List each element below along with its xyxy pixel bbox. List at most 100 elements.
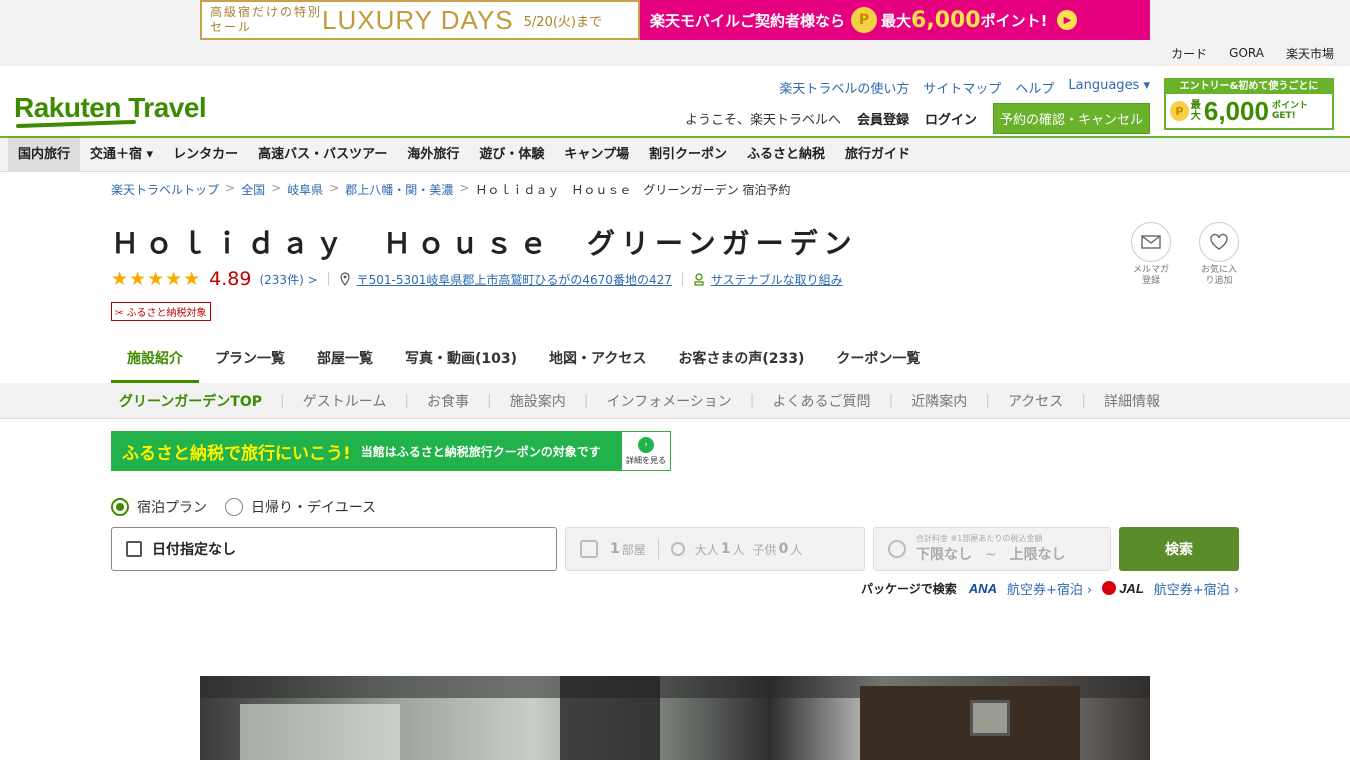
mobile-promo-text: 楽天モバイルご契約者様なら (650, 11, 846, 30)
adults-count: 1 (720, 541, 731, 557)
nav-coupons[interactable]: 割引クーポン (639, 138, 737, 172)
radio-stay-plan[interactable]: 宿泊プラン (111, 497, 207, 517)
rooms-count: 1 (610, 541, 620, 557)
utility-bar: カード GORA 楽天市場 (0, 40, 1350, 66)
package-search: パッケージで検索 ANA 航空券+宿泊 › JAL 航空券+宿泊 › (111, 579, 1239, 598)
languages-dropdown[interactable]: Languages ▾ (1068, 78, 1150, 97)
hotel-actions: メルマガ登録 お気に入り追加 (1131, 222, 1239, 287)
mail-magazine-button[interactable]: メルマガ登録 (1131, 222, 1171, 287)
sitemap-link[interactable]: サイトマップ (923, 78, 1001, 97)
entry-points: 6,000 (1203, 95, 1269, 126)
jal-logo: JAL (1102, 581, 1144, 596)
furusato-banner-title: ふるさと納税で旅行にいこう! (122, 443, 351, 464)
breadcrumb-sep: > (329, 181, 340, 195)
how-to-use-link[interactable]: 楽天トラベルの使い方 (779, 78, 909, 97)
person-icon (670, 542, 685, 556)
sustainable-link[interactable]: サステナブルな取り組み (711, 271, 843, 288)
nav-guide[interactable]: 旅行ガイド (835, 138, 920, 172)
mobile-promo-suffix: ポイント! (980, 11, 1048, 30)
tab-reviews[interactable]: お客さまの声(233) (662, 345, 820, 383)
furusato-coupon-banner[interactable]: ふるさと納税で旅行にいこう! 当館はふるさと納税旅行クーポンの対象です › 詳細… (111, 431, 671, 471)
hotel-main-photo[interactable] (200, 676, 1150, 760)
subnav-sep: | (985, 393, 990, 409)
jal-package-link[interactable]: 航空券+宿泊 › (1154, 579, 1239, 598)
banner-date: 5/20(火)まで (523, 14, 602, 30)
breadcrumb-area[interactable]: 郡上八幡・関・美濃 (345, 181, 453, 206)
subnav-information[interactable]: インフォメーション (598, 391, 739, 411)
util-link-ichiba[interactable]: 楽天市場 (1286, 45, 1334, 62)
subnav-facility[interactable]: 施設案内 (502, 391, 574, 411)
review-count-link[interactable]: (233件) > (259, 271, 317, 288)
photo-frame (970, 700, 1010, 736)
room-guest-selector[interactable]: 1 部屋 大人 1 人 子供 0 人 (565, 527, 865, 571)
divider (327, 272, 329, 286)
promo-banner[interactable]: 高級宿だけの特別セール LUXURY DAYS 5/20(火)まで 楽天モバイル… (200, 0, 1150, 40)
nav-furusato[interactable]: ふるさと納税 (737, 138, 835, 172)
package-label: パッケージで検索 (861, 582, 957, 596)
subnav-meals[interactable]: お食事 (419, 391, 477, 411)
address-link[interactable]: 〒501-5301岐阜県郡上市高鷲町ひるがの4670番地の427 (357, 271, 672, 288)
site-header: Rakuten Travel 楽天トラベルの使い方 サイトマップ ヘルプ Lan… (0, 66, 1350, 138)
favorite-button[interactable]: お気に入り追加 (1199, 222, 1239, 287)
subnav-faq[interactable]: よくあるご質問 (765, 391, 879, 411)
subnav-details[interactable]: 詳細情報 (1096, 391, 1168, 411)
mobile-promo-max: 最大 (881, 11, 912, 30)
rating-score: 4.89 (209, 268, 252, 290)
nav-transport-hotel[interactable]: 交通＋宿 ▾ (80, 138, 163, 172)
children-label: 子供 (752, 542, 777, 557)
tab-coupons[interactable]: クーポン一覧 (820, 345, 936, 383)
nav-camping[interactable]: キャンプ場 (554, 138, 639, 172)
entry-max: 最大 (1190, 100, 1201, 122)
play-arrow-icon: ▶ (1057, 10, 1078, 30)
breadcrumb-gifu[interactable]: 岐阜県 (287, 181, 323, 206)
help-link[interactable]: ヘルプ (1015, 78, 1054, 97)
tab-map[interactable]: 地図・アクセス (533, 345, 662, 383)
login-link[interactable]: ログイン (925, 109, 977, 128)
jal-crane-icon (1102, 581, 1117, 595)
price-max: 上限なし (1009, 547, 1066, 563)
search-row: 日付指定なし 1 部屋 大人 1 人 子供 0 人 合計料金 ※1部屋あたりの税… (111, 527, 1239, 571)
nav-activities[interactable]: 遊び・体験 (469, 138, 554, 172)
subnav-nearby[interactable]: 近隣案内 (903, 391, 975, 411)
breadcrumb-sep: > (225, 181, 236, 195)
tab-photos[interactable]: 写真・動画(103) (389, 345, 533, 383)
date-picker[interactable]: 日付指定なし (111, 527, 557, 571)
sub-nav: グリーンガーデンTOP | ゲストルーム | お食事 | 施設案内 | インフォ… (0, 383, 1350, 419)
luxury-days-banner[interactable]: 高級宿だけの特別セール LUXURY DAYS 5/20(火)まで (200, 0, 640, 40)
furusato-more-button[interactable]: › 詳細を見る (622, 432, 670, 470)
rooms-unit: 部屋 (621, 542, 646, 557)
util-link-card[interactable]: カード (1171, 45, 1207, 62)
breadcrumb-all[interactable]: 全国 (241, 181, 265, 206)
subnav-sep: | (888, 393, 894, 409)
search-button[interactable]: 検索 (1119, 527, 1239, 571)
entry-points-banner[interactable]: エントリー&初めて使うごとに P 最大 6,000 ポイントGET! (1164, 78, 1334, 130)
welcome-text: ようこそ、楽天トラベルへ (684, 113, 841, 128)
nav-overseas[interactable]: 海外旅行 (397, 138, 469, 172)
util-link-gora[interactable]: GORA (1229, 46, 1264, 60)
radio-checked-icon[interactable] (111, 498, 129, 516)
nav-domestic[interactable]: 国内旅行 (8, 137, 81, 172)
tab-rooms[interactable]: 部屋一覧 (301, 345, 389, 383)
rakuten-travel-logo[interactable]: Rakuten Travel (14, 92, 207, 129)
nav-bus[interactable]: 高速バス・バスツアー (248, 138, 397, 172)
tab-plans[interactable]: プラン一覧 (199, 345, 301, 383)
subnav-sep: | (404, 393, 410, 409)
photo-hood (560, 676, 660, 760)
radio-day-use[interactable]: 日帰り・デイユース (225, 497, 376, 517)
mobile-promo-banner[interactable]: 楽天モバイルご契約者様なら P 最大 6,000 ポイント! ▶ (640, 0, 1150, 40)
tab-overview[interactable]: 施設紹介 (111, 345, 199, 383)
register-link[interactable]: 会員登録 (857, 109, 909, 128)
radio-unchecked-icon[interactable] (225, 498, 243, 516)
subnav-guestroom[interactable]: ゲストルーム (295, 391, 395, 411)
subnav-top[interactable]: グリーンガーデンTOP (111, 391, 270, 411)
subnav-access[interactable]: アクセス (1000, 391, 1071, 411)
price-range-selector[interactable]: 合計料金 ※1部屋あたりの税込金額 下限なし ~ 上限なし (873, 527, 1111, 571)
ana-package-link[interactable]: 航空券+宿泊 › (1007, 579, 1092, 598)
breadcrumb-sep: > (271, 181, 282, 195)
mail-icon (1141, 235, 1161, 249)
breadcrumb-top[interactable]: 楽天トラベルトップ (111, 181, 219, 206)
nav-rental-car[interactable]: レンタカー (163, 138, 248, 172)
chevron-right-icon: › (638, 436, 654, 453)
reservation-check-button[interactable]: 予約の確認・キャンセル (992, 103, 1150, 134)
rating-row: ★★★★★ 4.89 (233件) > 〒501-5301岐阜県郡上市高鷲町ひる… (111, 268, 1239, 290)
